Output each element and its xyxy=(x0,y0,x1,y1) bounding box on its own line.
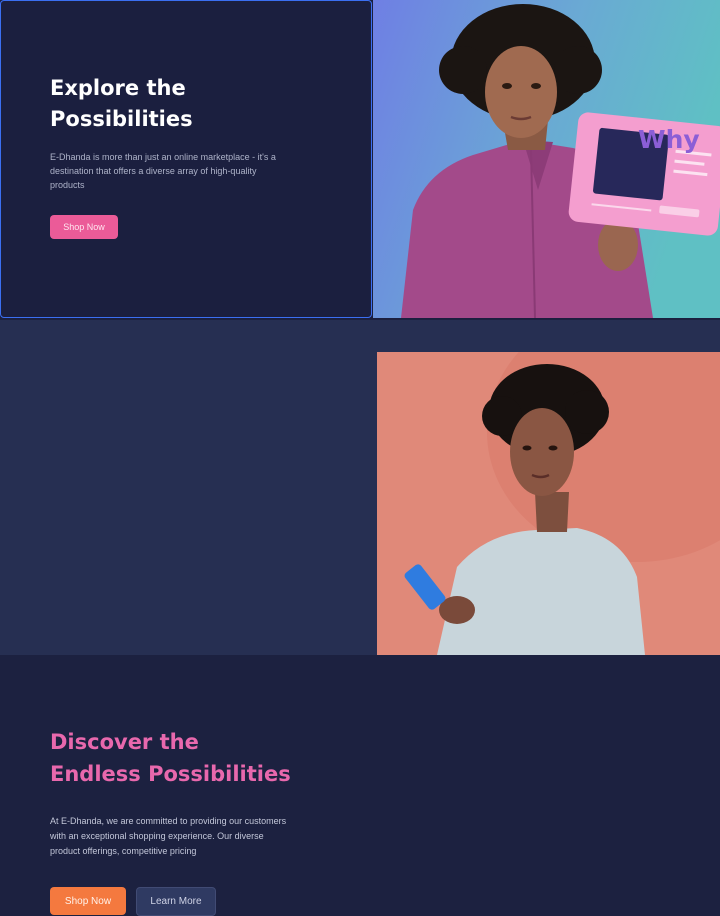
hero-image-woman-tablet: Why xyxy=(373,0,720,318)
hero-title-line1: Discover the xyxy=(50,730,199,754)
hero-section-discover: Discover the Endless Possibilities At E-… xyxy=(0,320,720,916)
learn-more-button[interactable]: Learn More xyxy=(136,887,216,916)
hero-title-line2: Possibilities xyxy=(50,107,193,131)
hero-title: Explore the Possibilities xyxy=(50,73,193,135)
shop-now-button[interactable]: Shop Now xyxy=(50,887,126,915)
tablet-overlay-text: Why xyxy=(638,125,700,154)
hero-section-explore: Explore the Possibilities E-Dhanda is mo… xyxy=(0,0,720,319)
hero-title: Discover the Endless Possibilities xyxy=(50,726,291,790)
shop-now-button[interactable]: Shop Now xyxy=(50,215,118,239)
hero-description: E-Dhanda is more than just an online mar… xyxy=(50,152,276,190)
hero-title-line2: Endless Possibilities xyxy=(50,762,291,786)
hero-image-woman-phone xyxy=(377,352,720,655)
hero-description: At E-Dhanda, we are committed to providi… xyxy=(50,816,287,856)
hero-title-line1: Explore the xyxy=(50,76,186,100)
